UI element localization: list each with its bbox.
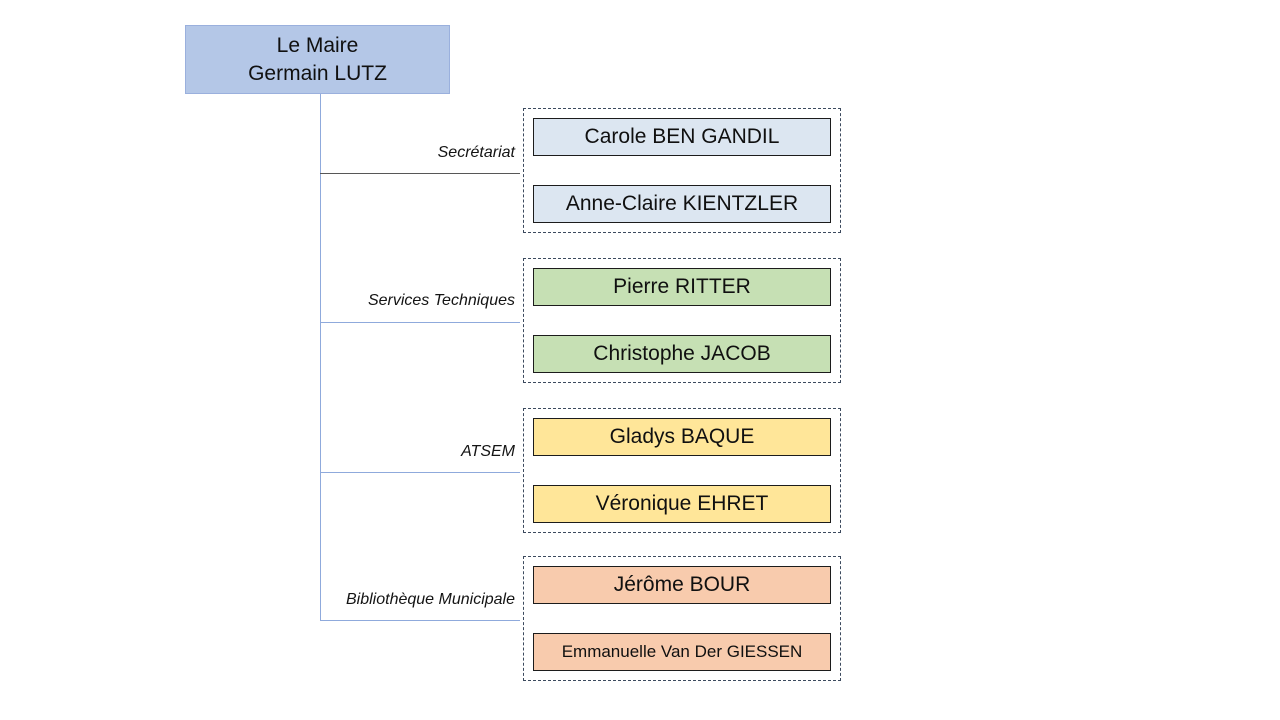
group-atsem: Gladys BAQUE Véronique EHRET bbox=[523, 408, 841, 533]
member-card[interactable]: Pierre RITTER bbox=[533, 268, 831, 306]
member-name: Emmanuelle Van Der GIESSEN bbox=[561, 642, 803, 661]
group-services-techniques: Pierre RITTER Christophe JACOB bbox=[523, 258, 841, 383]
group-label-services-techniques: Services Techniques bbox=[367, 292, 515, 309]
connector-branch-bibliotheque bbox=[320, 620, 520, 621]
connector-branch-secretariat bbox=[320, 173, 520, 174]
member-name: Christophe JACOB bbox=[593, 342, 771, 365]
member-name: Gladys BAQUE bbox=[609, 425, 755, 448]
connector-branch-atsem bbox=[320, 472, 520, 473]
group-label-atsem: ATSEM bbox=[461, 443, 515, 460]
member-card[interactable]: Carole BEN GANDIL bbox=[533, 118, 831, 156]
group-secretariat: Carole BEN GANDIL Anne-Claire KIENTZLER bbox=[523, 108, 841, 233]
group-bibliotheque-municipale: Jérôme BOUR Emmanuelle Van Der GIESSEN bbox=[523, 556, 841, 681]
member-card[interactable]: Emmanuelle Van Der GIESSEN bbox=[533, 633, 831, 671]
member-card[interactable]: Christophe JACOB bbox=[533, 335, 831, 373]
member-name: Carole BEN GANDIL bbox=[584, 125, 780, 148]
member-name: Jérôme BOUR bbox=[613, 573, 751, 596]
connector-branch-services-techniques bbox=[320, 322, 520, 323]
root-node-title: Le Maire bbox=[276, 33, 359, 57]
member-name: Pierre RITTER bbox=[613, 275, 751, 298]
root-node-le-maire[interactable]: Le Maire Germain LUTZ bbox=[185, 25, 450, 94]
member-card[interactable]: Véronique EHRET bbox=[533, 485, 831, 523]
group-label-bibliotheque: Bibliothèque Municipale bbox=[346, 591, 515, 608]
root-node-name: Germain LUTZ bbox=[248, 61, 387, 85]
member-card[interactable]: Jérôme BOUR bbox=[533, 566, 831, 604]
org-chart-canvas: Le Maire Germain LUTZ Secrétariat Servic… bbox=[0, 0, 1280, 720]
member-name: Véronique EHRET bbox=[595, 492, 769, 515]
member-card[interactable]: Anne-Claire KIENTZLER bbox=[533, 185, 831, 223]
member-name: Anne-Claire KIENTZLER bbox=[565, 192, 799, 215]
member-card[interactable]: Gladys BAQUE bbox=[533, 418, 831, 456]
group-label-secretariat: Secrétariat bbox=[437, 144, 515, 161]
